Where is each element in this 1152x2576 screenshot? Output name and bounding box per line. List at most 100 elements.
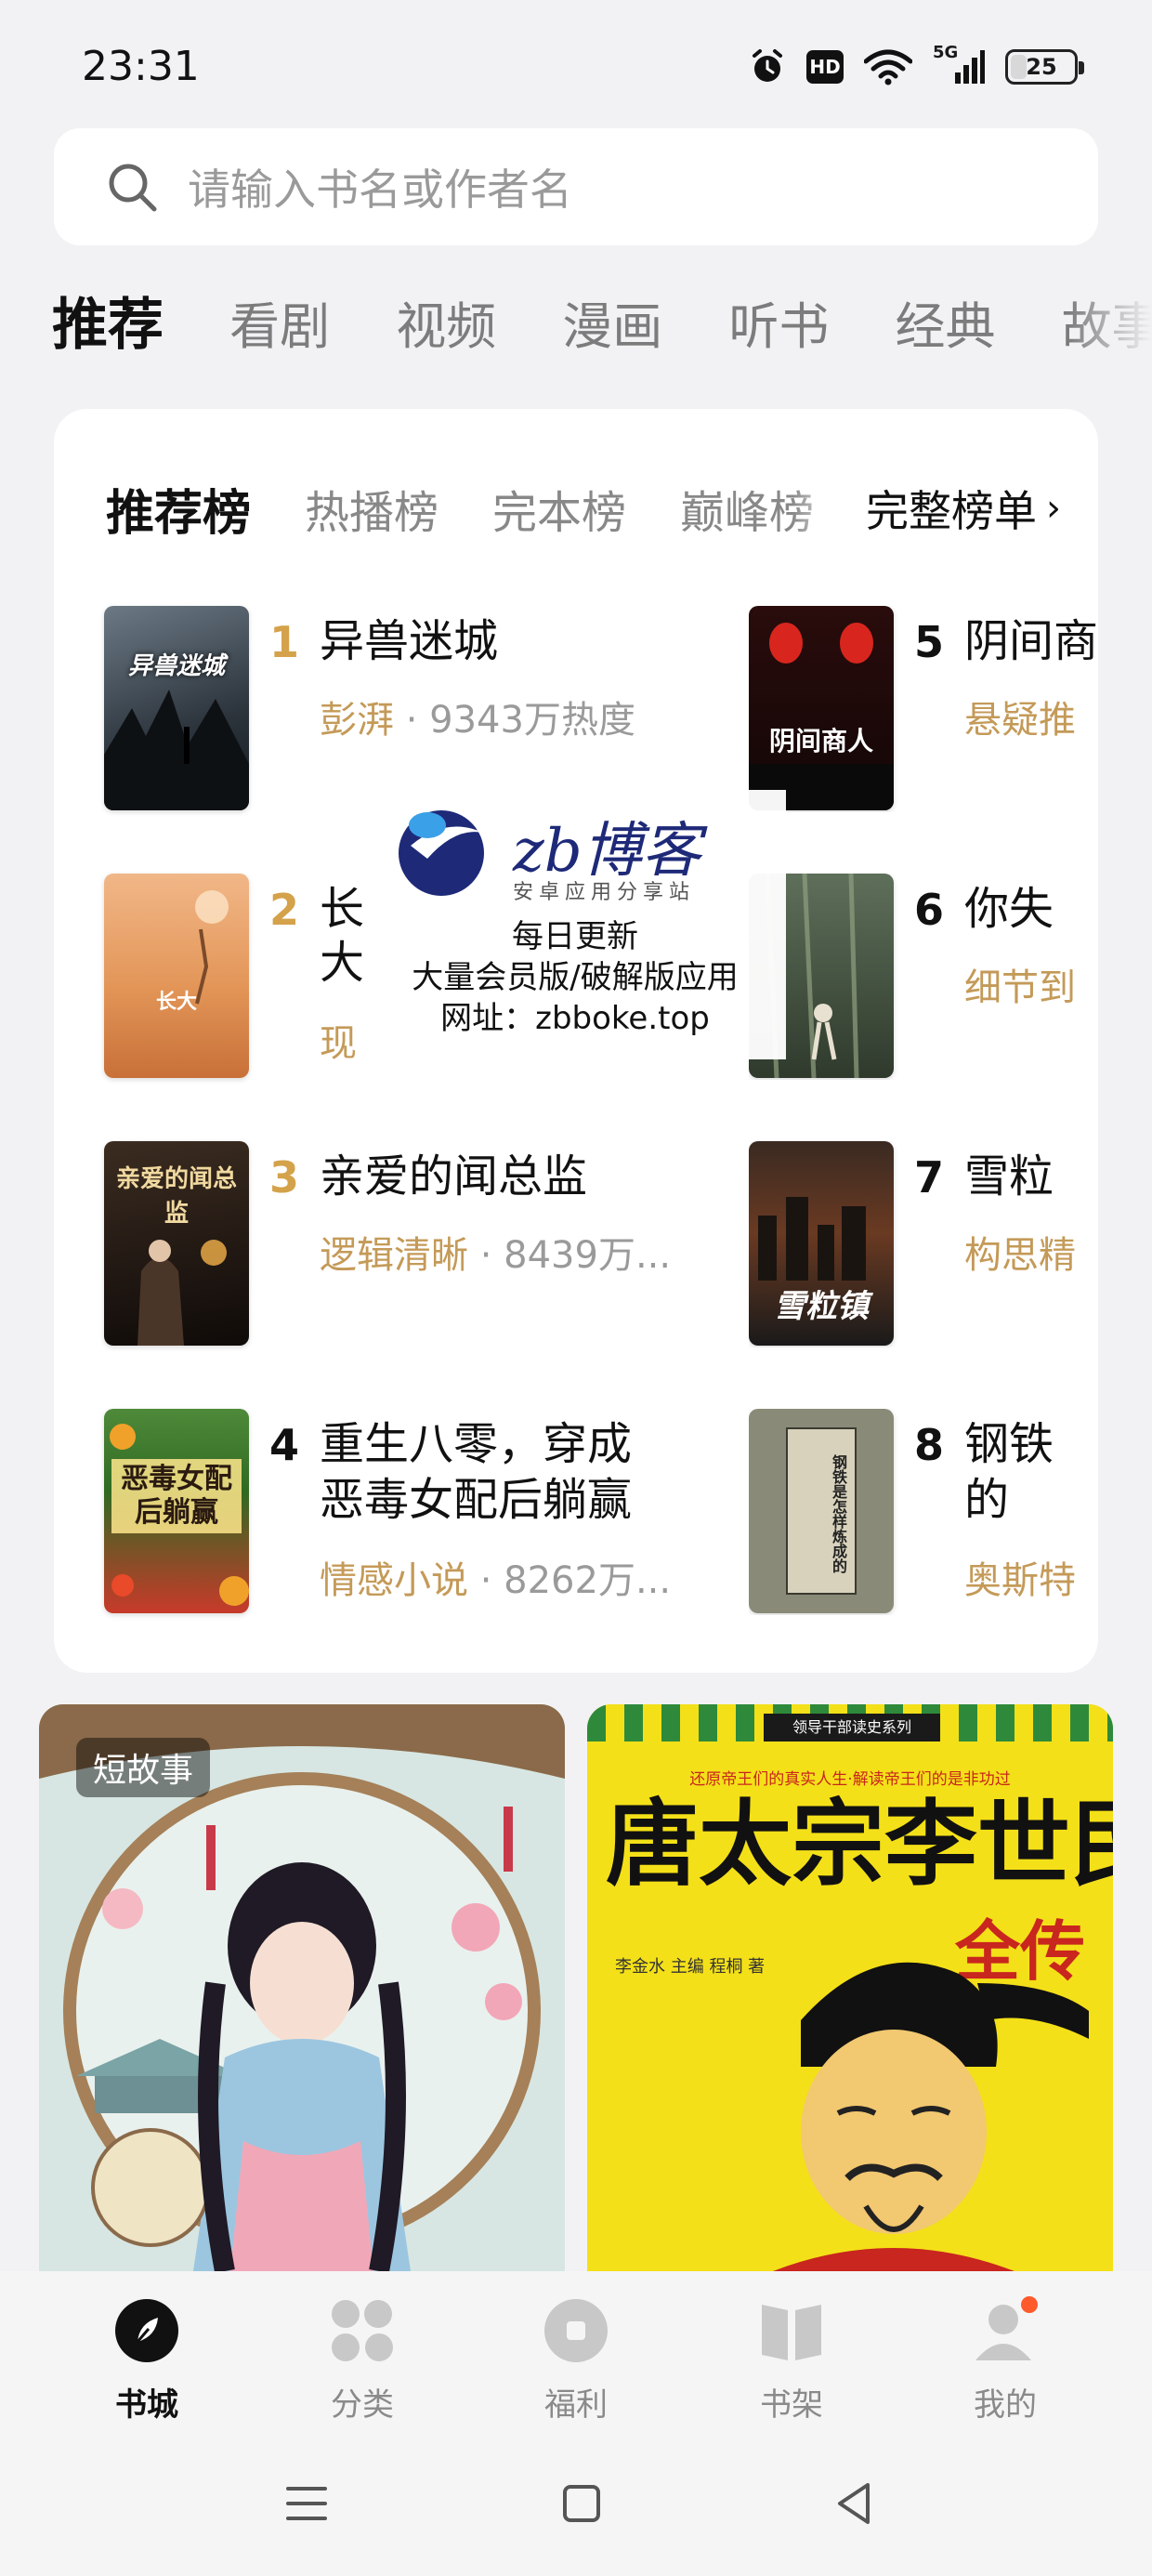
book-cover: 恶毒女配后躺赢 (104, 1409, 249, 1613)
menu-icon[interactable] (279, 2476, 334, 2531)
full-ranking-label: 完整榜单 (866, 486, 1037, 536)
book-title-line2: 恶毒女配后躺赢 (320, 1474, 633, 1526)
search-input[interactable]: 请输入书名或作者名 (54, 128, 1098, 245)
book-item[interactable]: 钢铁是怎样炼成的 8 钢铁 的 奥斯特 (749, 1409, 1098, 1615)
system-nav-bar (0, 2438, 1152, 2576)
watermark-line: 大量会员版/破解版应用 (412, 959, 739, 996)
book-title: 重生八零，穿成 (320, 1418, 633, 1470)
emperor-portrait (773, 1962, 1089, 2271)
short-story-badge: 短故事 (76, 1738, 211, 1797)
nav-category[interactable]: 分类 (288, 2295, 437, 2425)
tabs-fade (1068, 279, 1152, 372)
book-cover: 钢铁是怎样炼成的 (749, 1409, 894, 1613)
rank-tab-complete[interactable]: 完本榜 (492, 476, 626, 541)
welfare-icon (544, 2299, 608, 2362)
bottom-nav: 书城 分类 福利 书架 我的 (0, 2271, 1152, 2438)
book-title: 长 (320, 883, 365, 935)
bookstore-icon (115, 2299, 178, 2362)
book-title-line2: 的 (964, 1474, 1010, 1526)
back-icon[interactable] (827, 2476, 883, 2531)
book-title: 异兽迷城 (320, 615, 499, 667)
watermark-overlay: zb博客 安卓应用分享站 每日更新 大量会员版/破解版应用 网址：zbboke.… (364, 790, 786, 1059)
book-item[interactable]: 6 你失 细节到 (749, 874, 1098, 1080)
profile-icon (975, 2296, 1038, 2360)
watermark-line: 每日更新 (512, 918, 638, 955)
book-heat: 8439万... (504, 1234, 672, 1277)
rank-number: 5 (914, 617, 945, 667)
book-author: 奥斯特 (964, 1559, 1076, 1602)
rank-number: 4 (269, 1420, 300, 1470)
promo-book-tang-taizong[interactable]: 领导干部读史系列 还原帝王们的真实人生·解读帝王们的是非功过 唐太宗李世民 全传… (587, 1704, 1113, 2271)
book-title: 亲爱的闻总监 (320, 1150, 588, 1203)
meta-dot: · (394, 699, 430, 742)
watermark-sub: 安卓应用分享站 (513, 881, 696, 904)
book-meta: 情感小说 · 8262万... (320, 1550, 671, 1604)
book-meta: 彭湃 · 9343万热度 (320, 690, 635, 743)
book-title: 阴间商 (964, 615, 1098, 667)
alarm-icon (749, 48, 786, 85)
tab-drama[interactable]: 看剧 (229, 281, 330, 372)
status-bar: 23:31 HD 5G 25 (0, 0, 1152, 130)
book-cover: 异兽迷城 (104, 606, 249, 810)
cover-title: 钢铁是怎样炼成的 (830, 1454, 847, 1573)
book-author: 情感小说 (320, 1559, 468, 1602)
book-author: 现 (320, 1022, 357, 1065)
book-cover: 阴间商人 (749, 606, 894, 810)
rank-number: 2 (269, 885, 300, 935)
status-time: 23:31 (82, 43, 200, 90)
rank-number: 8 (914, 1420, 945, 1470)
category-icon (332, 2300, 393, 2361)
book-author: 悬疑推 (964, 699, 1076, 742)
book-meta: 奥斯特 (964, 1550, 1076, 1604)
watermark-logo (399, 810, 484, 896)
cover-title: 亲爱的闻总监 (115, 1165, 237, 1228)
book-item[interactable]: 异兽迷城 1 异兽迷城 彭湃 · 9343万热度 (104, 606, 680, 812)
search-icon (109, 164, 157, 212)
book-title: 钢铁 (964, 1418, 1054, 1470)
battery-icon: 25 (1005, 49, 1084, 85)
search-placeholder: 请输入书名或作者名 (188, 164, 572, 215)
watermark-line: 网址：zbboke.top (440, 1000, 710, 1037)
rank-number: 1 (269, 617, 300, 667)
book-author: 彭湃 (320, 699, 394, 742)
nav-label: 我的 (974, 2386, 1037, 2424)
cover-title: 恶毒女配后躺赢 (111, 1459, 242, 1533)
rank-number: 7 (914, 1152, 945, 1203)
nav-profile[interactable]: 我的 (931, 2295, 1080, 2425)
nav-bookstore[interactable]: 书城 (72, 2295, 221, 2425)
book-author: 逻辑清晰 (320, 1234, 468, 1277)
book-item[interactable]: 阴间商人 5 阴间商 悬疑推 (749, 606, 1098, 812)
rank-tab-hot[interactable]: 热播榜 (305, 476, 439, 541)
tab-video[interactable]: 视频 (396, 281, 496, 372)
tab-recommend[interactable]: 推荐 (52, 279, 164, 372)
network-type: 5G (933, 43, 959, 62)
promo-short-story[interactable]: 短故事 (39, 1704, 565, 2271)
book-cover: 亲爱的闻总监 (104, 1141, 249, 1346)
meta-dot: · (468, 1234, 504, 1277)
cover-title: 长大 (155, 991, 197, 1014)
book-meta: 细节到 (964, 957, 1076, 1011)
signal-icon: 5G (933, 43, 985, 85)
book-title-line2: 大 (320, 937, 365, 989)
book-item[interactable]: 雪粒镇 7 雪粒 构思精 (749, 1141, 1098, 1347)
meta-dot: · (468, 1559, 504, 1602)
book-title: 你失 (964, 883, 1054, 935)
full-ranking-link[interactable]: 完整榜单 › (792, 476, 1061, 541)
book-meta: 悬疑推 (964, 690, 1076, 743)
book-item[interactable]: 恶毒女配后躺赢 4 重生八零，穿成 恶毒女配后躺赢 情感小说 · 8262万..… (104, 1409, 680, 1615)
bookshelf-icon (762, 2305, 821, 2360)
cover-title: 雪粒镇 (774, 1288, 869, 1325)
nav-welfare[interactable]: 福利 (502, 2295, 650, 2425)
rank-tab-recommend[interactable]: 推荐榜 (106, 474, 251, 544)
ranking-tabs: 推荐榜 热播榜 完本榜 巅峰榜 (106, 474, 868, 544)
tab-audiobook[interactable]: 听书 (728, 281, 829, 372)
nav-bookshelf[interactable]: 书架 (717, 2295, 866, 2425)
cover-title: 阴间商人 (768, 726, 873, 756)
book-item[interactable]: 亲爱的闻总监 3 亲爱的闻总监 逻辑清晰 · 8439万... (104, 1141, 680, 1347)
tab-comic[interactable]: 漫画 (562, 281, 662, 372)
book-author: 构思精 (964, 1234, 1076, 1277)
nav-label: 福利 (544, 2386, 608, 2424)
home-icon[interactable] (554, 2476, 609, 2531)
tab-classic[interactable]: 经典 (895, 281, 995, 372)
rank-number: 3 (269, 1152, 300, 1203)
